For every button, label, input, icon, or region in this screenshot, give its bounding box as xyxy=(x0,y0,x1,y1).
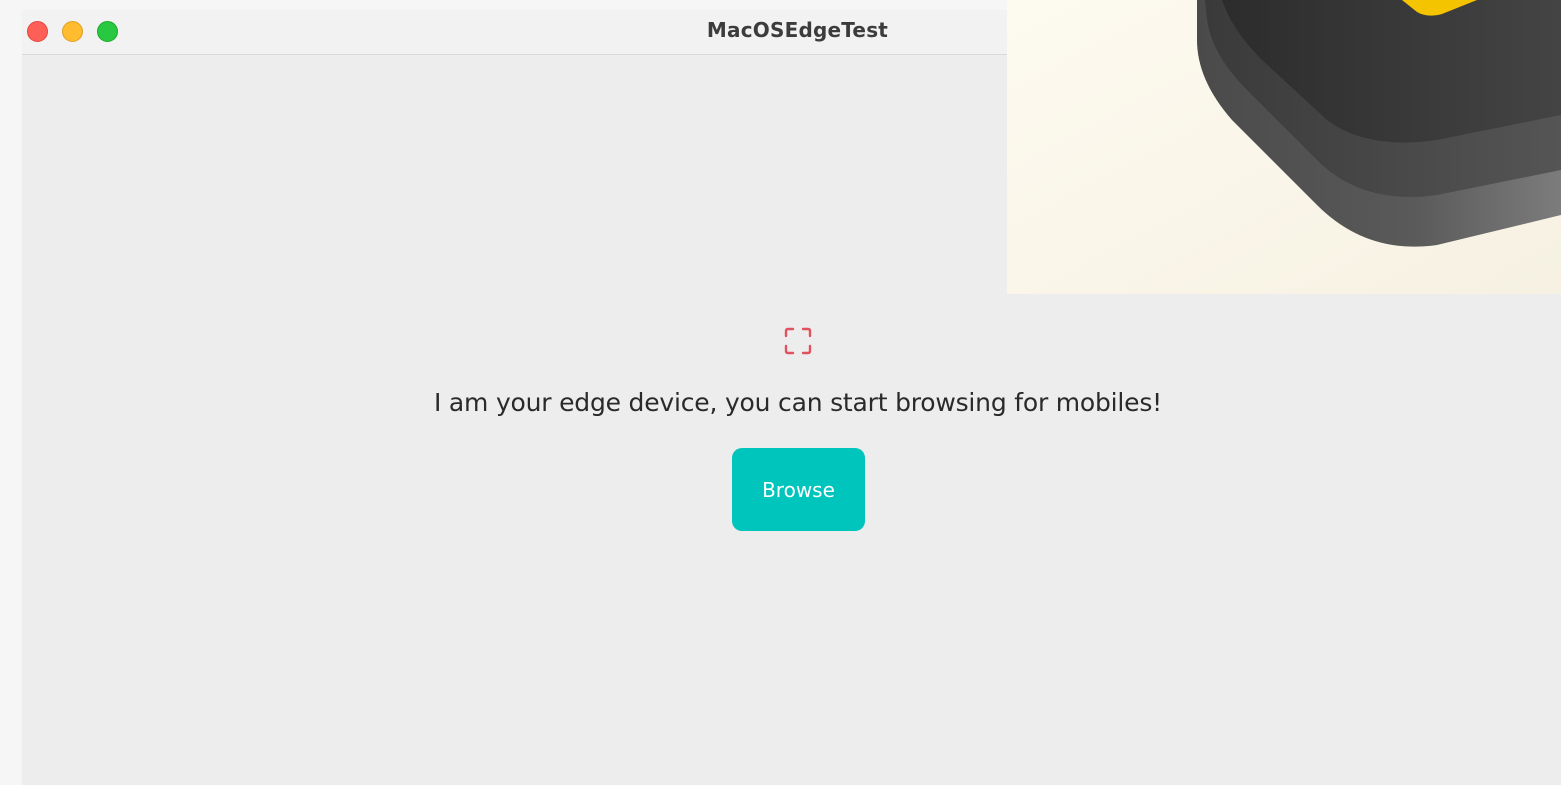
overlay-app-icon-image xyxy=(1007,0,1561,294)
browse-button[interactable]: Browse xyxy=(732,448,865,531)
app-icon-graphic xyxy=(1007,0,1561,294)
status-message: I am your edge device, you can start bro… xyxy=(434,388,1162,417)
scan-frame-icon xyxy=(784,327,812,355)
screen: MacOSEdgeTest I am your edge device, you… xyxy=(0,0,1561,785)
